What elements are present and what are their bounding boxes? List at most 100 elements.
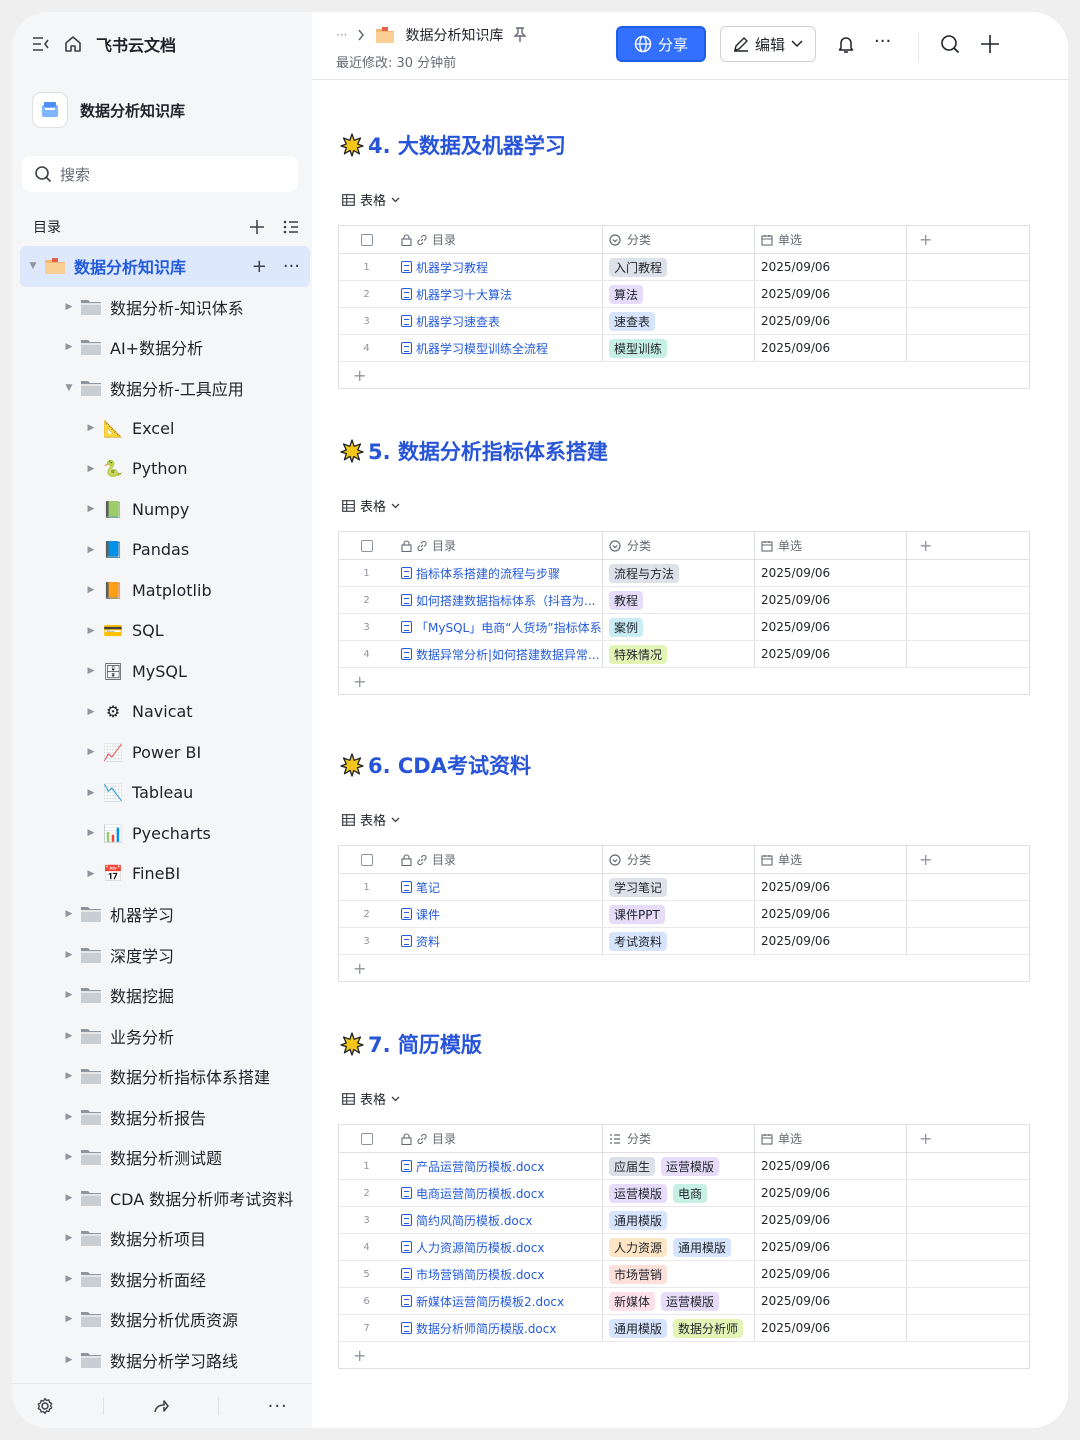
share-out-icon[interactable] bbox=[152, 1397, 170, 1415]
row-date[interactable]: 2025/09/06 bbox=[755, 1315, 907, 1341]
column-header-single[interactable]: 单选 bbox=[755, 226, 907, 253]
tree-item[interactable]: ▶ 🗄 MySQL bbox=[20, 651, 310, 692]
select-all-checkbox[interactable] bbox=[339, 846, 395, 873]
tree-item[interactable]: ▶ 📐 Excel bbox=[20, 408, 310, 449]
search-button[interactable] bbox=[940, 34, 960, 54]
row-date[interactable]: 2025/09/06 bbox=[755, 1180, 907, 1206]
caret-down-icon[interactable]: ▼ bbox=[64, 383, 74, 393]
column-header-single[interactable]: 单选 bbox=[755, 846, 907, 873]
tree-item[interactable]: ▶ 📘 Pandas bbox=[20, 530, 310, 571]
table-row[interactable]: 3 资料 考试资料 2025/09/06 bbox=[339, 928, 1029, 955]
tree-item[interactable]: ▶ 数据分析项目 bbox=[20, 1218, 310, 1259]
row-date[interactable]: 2025/09/06 bbox=[755, 614, 907, 640]
table-row[interactable]: 7 数据分析师简历模版.docx 通用模版 数据分析师 2025/09/06 bbox=[339, 1315, 1029, 1342]
tree-item[interactable]: ▶ 数据分析报告 bbox=[20, 1097, 310, 1138]
view-switcher[interactable]: 表格 bbox=[342, 496, 400, 515]
select-all-checkbox[interactable] bbox=[339, 532, 395, 559]
caret-down-icon[interactable]: ▼ bbox=[28, 261, 38, 271]
row-date[interactable]: 2025/09/06 bbox=[755, 874, 907, 900]
row-date[interactable]: 2025/09/06 bbox=[755, 1234, 907, 1260]
row-doc-link[interactable]: 数据异常分析|如何搭建数据异常... bbox=[395, 641, 603, 667]
table-row[interactable]: 4 数据异常分析|如何搭建数据异常... 特殊情况 2025/09/06 bbox=[339, 641, 1029, 668]
column-header-dir[interactable]: 目录 bbox=[395, 226, 603, 253]
caret-right-icon[interactable]: ▶ bbox=[86, 707, 96, 717]
row-category[interactable]: 运营模版 电商 bbox=[603, 1180, 755, 1206]
table-row[interactable]: 4 人力资源简历模板.docx 人力资源 通用模版 2025/09/06 bbox=[339, 1234, 1029, 1261]
row-category[interactable]: 通用模版 数据分析师 bbox=[603, 1315, 755, 1341]
row-category[interactable]: 速查表 bbox=[603, 308, 755, 334]
tree-item[interactable]: ▶ 数据分析面经 bbox=[20, 1259, 310, 1300]
tree-item[interactable]: ▶ 机器学习 bbox=[20, 894, 310, 935]
row-date[interactable]: 2025/09/06 bbox=[755, 254, 907, 280]
pin-icon[interactable] bbox=[513, 27, 528, 43]
column-header-single[interactable]: 单选 bbox=[755, 532, 907, 559]
row-doc-link[interactable]: 「MySQL」电商“人货场”指标体系... bbox=[395, 614, 603, 640]
caret-right-icon[interactable]: ▶ bbox=[86, 869, 96, 879]
caret-right-icon[interactable]: ▶ bbox=[86, 626, 96, 636]
column-header-category[interactable]: 分类 bbox=[603, 846, 755, 873]
row-category[interactable]: 学习笔记 bbox=[603, 874, 755, 900]
add-row-icon[interactable]: + bbox=[339, 668, 1029, 694]
add-row-icon[interactable]: + bbox=[339, 362, 1029, 388]
tree-item[interactable]: ▶ 📙 Matplotlib bbox=[20, 570, 310, 611]
tree-item[interactable]: ▶ 📊 Pyecharts bbox=[20, 813, 310, 854]
row-category[interactable]: 流程与方法 bbox=[603, 560, 755, 586]
column-header-dir[interactable]: 目录 bbox=[395, 532, 603, 559]
table-row[interactable]: 1 笔记 学习笔记 2025/09/06 bbox=[339, 874, 1029, 901]
column-header-dir[interactable]: 目录 bbox=[395, 1125, 603, 1152]
add-row-icon[interactable]: + bbox=[339, 1342, 1029, 1368]
row-doc-link[interactable]: 机器学习教程 bbox=[395, 254, 603, 280]
caret-right-icon[interactable]: ▶ bbox=[86, 788, 96, 798]
caret-right-icon[interactable]: ▶ bbox=[64, 1233, 74, 1243]
table-row[interactable]: 1 产品运营简历模板.docx 应届生 运营模版 2025/09/06 bbox=[339, 1153, 1029, 1180]
row-doc-link[interactable]: 笔记 bbox=[395, 874, 603, 900]
row-category[interactable]: 新媒体 运营模版 bbox=[603, 1288, 755, 1314]
caret-right-icon[interactable]: ▶ bbox=[64, 950, 74, 960]
list-view-icon[interactable] bbox=[283, 219, 299, 235]
tree-item[interactable]: ▶ 数据分析指标体系搭建 bbox=[20, 1056, 310, 1097]
row-doc-link[interactable]: 简约风简历模板.docx bbox=[395, 1207, 603, 1233]
row-doc-link[interactable]: 人力资源简历模板.docx bbox=[395, 1234, 603, 1260]
collapse-sidebar-icon[interactable] bbox=[32, 36, 50, 52]
caret-right-icon[interactable]: ▶ bbox=[64, 1031, 74, 1041]
caret-right-icon[interactable]: ▶ bbox=[64, 1274, 74, 1284]
new-button[interactable] bbox=[980, 34, 1000, 54]
select-all-checkbox[interactable] bbox=[339, 226, 395, 253]
edit-button[interactable]: 编辑 bbox=[720, 26, 816, 62]
tree-item[interactable]: ▶ 数据分析学习路线 bbox=[20, 1340, 310, 1381]
view-switcher[interactable]: 表格 bbox=[342, 810, 400, 829]
tree-item[interactable]: ▶ AI+数据分析 bbox=[20, 327, 310, 368]
row-category[interactable]: 考试资料 bbox=[603, 928, 755, 954]
table-row[interactable]: 6 新媒体运营简历模板2.docx 新媒体 运营模版 2025/09/06 bbox=[339, 1288, 1029, 1315]
row-category[interactable]: 特殊情况 bbox=[603, 641, 755, 667]
select-all-checkbox[interactable] bbox=[339, 1125, 395, 1152]
table-row[interactable]: 2 机器学习十大算法 算法 2025/09/06 bbox=[339, 281, 1029, 308]
tree-item[interactable]: ▶ 深度学习 bbox=[20, 935, 310, 976]
caret-right-icon[interactable]: ▶ bbox=[64, 342, 74, 352]
row-doc-link[interactable]: 产品运营简历模板.docx bbox=[395, 1153, 603, 1179]
column-header-category[interactable]: 分类 bbox=[603, 532, 755, 559]
add-icon[interactable] bbox=[249, 219, 265, 235]
add-column-icon[interactable]: + bbox=[907, 532, 1029, 559]
column-header-category[interactable]: 分类 bbox=[603, 1125, 755, 1152]
tree-item[interactable]: ▶ CDA 数据分析师考试资料 bbox=[20, 1178, 310, 1219]
row-category[interactable]: 算法 bbox=[603, 281, 755, 307]
tree-item[interactable]: ▶ 📉 Tableau bbox=[20, 773, 310, 814]
table-row[interactable]: 3 机器学习速查表 速查表 2025/09/06 bbox=[339, 308, 1029, 335]
tree-item[interactable]: ▶ 数据挖掘 bbox=[20, 975, 310, 1016]
caret-right-icon[interactable]: ▶ bbox=[64, 1152, 74, 1162]
tree-item[interactable]: ▶ 数据分析优质资源 bbox=[20, 1299, 310, 1340]
caret-right-icon[interactable]: ▶ bbox=[86, 545, 96, 555]
row-category[interactable]: 通用模版 bbox=[603, 1207, 755, 1233]
row-category[interactable]: 课件PPT bbox=[603, 901, 755, 927]
row-date[interactable]: 2025/09/06 bbox=[755, 1153, 907, 1179]
tree-item[interactable]: ▶ ⚙ Navicat bbox=[20, 692, 310, 733]
breadcrumb-more[interactable]: ··· bbox=[336, 28, 347, 42]
caret-right-icon[interactable]: ▶ bbox=[64, 990, 74, 1000]
tree-item[interactable]: ▼ 数据分析-工具应用 bbox=[20, 368, 310, 409]
add-column-icon[interactable]: + bbox=[907, 846, 1029, 873]
row-category[interactable]: 教程 bbox=[603, 587, 755, 613]
row-doc-link[interactable]: 资料 bbox=[395, 928, 603, 954]
row-date[interactable]: 2025/09/06 bbox=[755, 1261, 907, 1287]
tree-item[interactable]: ▶ 业务分析 bbox=[20, 1016, 310, 1057]
